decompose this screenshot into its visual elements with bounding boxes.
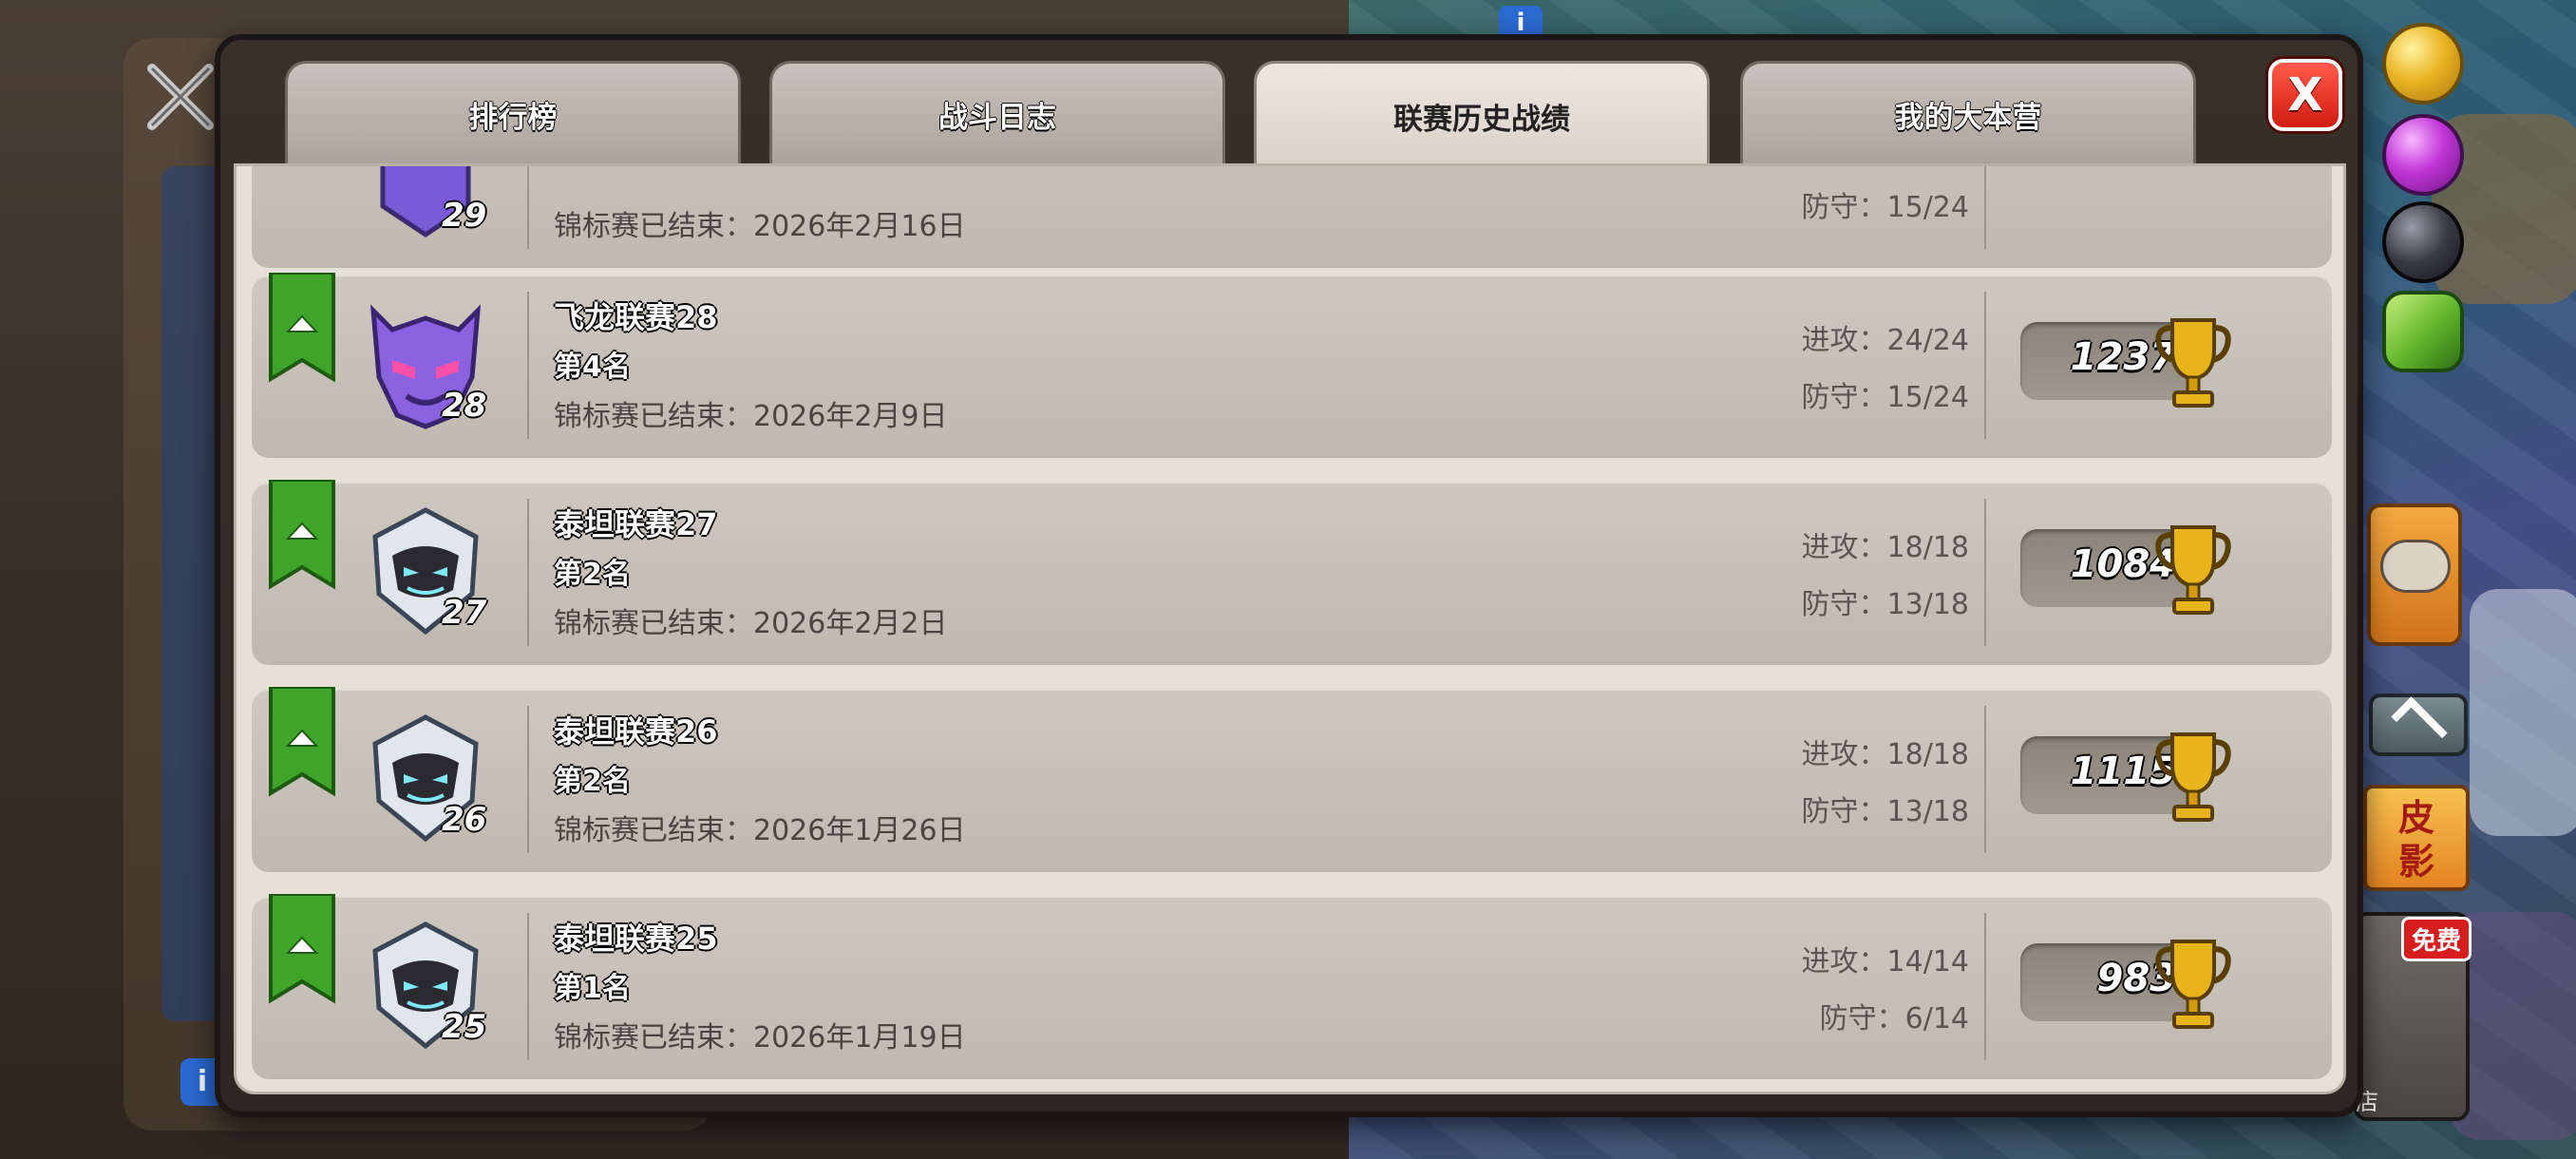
friendly-challenge-button[interactable]: [2367, 504, 2462, 646]
row-divider: [527, 499, 529, 646]
promotion-ribbon-icon: [269, 687, 335, 797]
attack-stat: 进攻：14/14: [1801, 945, 1969, 978]
row-divider: [527, 166, 529, 249]
league-history-row: 25 泰坦联赛25 第1名 锦标赛已结束：2026年1月19日 进攻：14/14…: [252, 894, 2332, 1076]
village-snow-tree: [2470, 589, 2576, 836]
tournament-ended-date: 锦标赛已结束：2026年1月19日: [554, 1021, 966, 1054]
chevron-up-icon: [2391, 696, 2448, 753]
dark-elixir-resource-icon: [2382, 201, 2464, 283]
gem-resource-icon: [2382, 291, 2464, 372]
league-badge-level: 26: [442, 801, 487, 839]
tournament-ended-date: 锦标赛已结束：2026年2月16日: [554, 210, 966, 243]
tab-battle-log[interactable]: 战斗日志: [769, 61, 1225, 165]
trophy-icon: [2151, 313, 2235, 411]
league-badge-level: 25: [442, 1008, 487, 1046]
defense-stat: 防守：13/18: [1801, 588, 1969, 621]
league-history-row: 26 泰坦联赛26 第2名 锦标赛已结束：2026年1月26日 进攻：18/18…: [252, 687, 2332, 869]
league-history-row: 27 泰坦联赛27 第2名 锦标赛已结束：2026年2月2日 进攻：18/18 …: [252, 480, 2332, 662]
league-rank: 第2名: [554, 765, 631, 798]
row-divider: [1984, 292, 1986, 439]
league-name: 泰坦联赛26: [554, 713, 718, 750]
trophy-icon: [2151, 934, 2235, 1033]
attack-stat: 进攻：18/18: [1801, 738, 1969, 771]
league-rank: 第1名: [554, 972, 631, 1005]
attack-stat: 进攻：24/24: [1801, 324, 1969, 357]
row-divider: [527, 292, 529, 439]
promotion-ribbon-icon: [269, 273, 335, 383]
handshake-icon: [2380, 540, 2451, 593]
shadow-skin-button[interactable]: 皮 影: [2363, 785, 2470, 891]
tab-leaderboard[interactable]: 排行榜: [285, 61, 741, 165]
tournament-ended-date: 锦标赛已结束：2026年1月26日: [554, 814, 966, 847]
attack-stat: 进攻：18/18: [1801, 531, 1969, 564]
tab-league-history[interactable]: 联赛历史战绩: [1254, 61, 1710, 169]
league-name: 飞龙联赛28: [554, 299, 718, 335]
league-badge-level: 29: [442, 197, 487, 235]
trophy-icon: [2151, 727, 2235, 826]
league-history-row: 29 锦标赛已结束：2026年2月16日 防守：15/24: [252, 166, 2332, 265]
row-divider: [1984, 913, 1986, 1060]
close-button[interactable]: X: [2268, 59, 2342, 131]
row-divider: [1984, 706, 1986, 853]
defense-stat: 防守：6/14: [1819, 1002, 1969, 1036]
trophy-icon: [2151, 520, 2235, 618]
crossed-swords-icon: [142, 59, 218, 135]
league-rank: 第2名: [554, 558, 631, 591]
league-history-list[interactable]: 29 锦标赛已结束：2026年2月16日 防守：15/24 28 飞龙联赛28 …: [234, 163, 2346, 1094]
expand-up-button[interactable]: [2369, 694, 2468, 756]
league-history-row: 28 飞龙联赛28 第4名 锦标赛已结束：2026年2月9日 进攻：24/24 …: [252, 273, 2332, 455]
tournament-ended-date: 锦标赛已结束：2026年2月9日: [554, 400, 948, 433]
free-badge: 免费: [2401, 917, 2472, 961]
row-divider: [1984, 499, 1986, 646]
defense-stat: 防守：13/18: [1801, 795, 1969, 828]
promotion-ribbon-icon: [269, 480, 335, 590]
promotion-ribbon-icon: [269, 894, 335, 1004]
row-divider: [527, 913, 529, 1060]
league-name: 泰坦联赛27: [554, 506, 718, 542]
league-badge-level: 27: [442, 594, 487, 632]
league-rank: 第4名: [554, 351, 631, 384]
tab-my-village[interactable]: 我的大本营: [1740, 61, 2196, 165]
gold-resource-icon: [2382, 23, 2464, 104]
defense-stat: 防守：15/24: [1801, 191, 1969, 224]
league-name: 泰坦联赛25: [554, 921, 718, 957]
league-badge-level: 28: [442, 387, 487, 425]
modal-tabs: 排行榜 战斗日志 联赛历史战绩 我的大本营: [285, 61, 2223, 169]
row-divider: [1984, 166, 1986, 249]
tournament-ended-date: 锦标赛已结束：2026年2月2日: [554, 607, 948, 640]
row-divider: [527, 706, 529, 853]
defense-stat: 防守：15/24: [1801, 381, 1969, 414]
elixir-resource-icon: [2382, 114, 2464, 196]
